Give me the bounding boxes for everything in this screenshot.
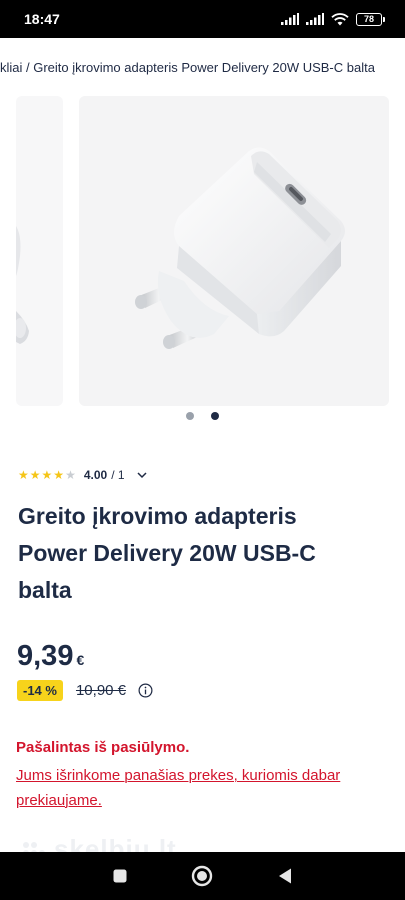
charger-image — [135, 147, 345, 349]
rating-count: / 1 — [111, 468, 125, 482]
image-carousel[interactable] — [0, 96, 405, 408]
current-price: 9,39 — [17, 640, 74, 672]
charger-image-partial — [16, 226, 29, 344]
carousel-slide-current[interactable] — [79, 96, 389, 406]
price-currency: € — [76, 652, 85, 668]
star-filled-icon: ★ — [41, 468, 53, 482]
home-button-icon[interactable] — [191, 865, 213, 887]
status-icons: 78 — [281, 12, 385, 26]
rating-stars: ★ ★ ★ ★ ★ — [18, 469, 76, 481]
back-button-icon[interactable] — [277, 867, 293, 885]
wifi-icon — [331, 12, 349, 25]
star-filled-icon: ★ — [29, 468, 41, 482]
signal-icon-2 — [306, 13, 324, 25]
breadcrumb[interactable]: kliai / Greito įkrovimo adapteris Power … — [0, 60, 405, 82]
recents-button-icon[interactable] — [112, 868, 128, 884]
battery-level: 78 — [363, 14, 374, 24]
android-nav-bar — [0, 852, 405, 900]
signal-icon — [281, 13, 299, 25]
breadcrumb-text[interactable]: kliai / Greito įkrovimo adapteris Power … — [0, 60, 375, 75]
product-title: Greito įkrovimo adapteris Power Delivery… — [18, 503, 316, 603]
carousel-slide-previous[interactable] — [16, 96, 63, 406]
star-filled-icon: ★ — [53, 468, 65, 482]
star-filled-icon: ★ — [18, 468, 29, 482]
carousel-dots — [0, 412, 405, 420]
similar-products-link[interactable]: Jums išrinkome panašias prekes, kuriomis… — [16, 763, 376, 813]
carousel-dot-2[interactable] — [211, 412, 219, 420]
status-time: 18:47 — [24, 11, 60, 27]
carousel-dot-1[interactable] — [186, 412, 194, 420]
discount-badge: -14 % — [17, 680, 63, 701]
status-bar: 18:47 78 — [0, 0, 405, 38]
battery-icon: 78 — [356, 12, 385, 26]
price-block: 9,39 € — [17, 640, 84, 673]
rating-value: 4.00 — [83, 468, 108, 482]
old-price: 10,90 € — [75, 682, 127, 699]
star-empty-icon: ★ — [65, 468, 76, 482]
info-icon[interactable] — [138, 683, 153, 698]
removed-notice-title: Pašalintas iš pasiūlymo. — [16, 739, 190, 756]
discount-row: -14 % 10,90 € — [17, 680, 153, 701]
chevron-down-icon[interactable] — [137, 470, 147, 480]
rating-summary[interactable]: ★ ★ ★ ★ ★ 4.00 / 1 — [18, 468, 147, 482]
